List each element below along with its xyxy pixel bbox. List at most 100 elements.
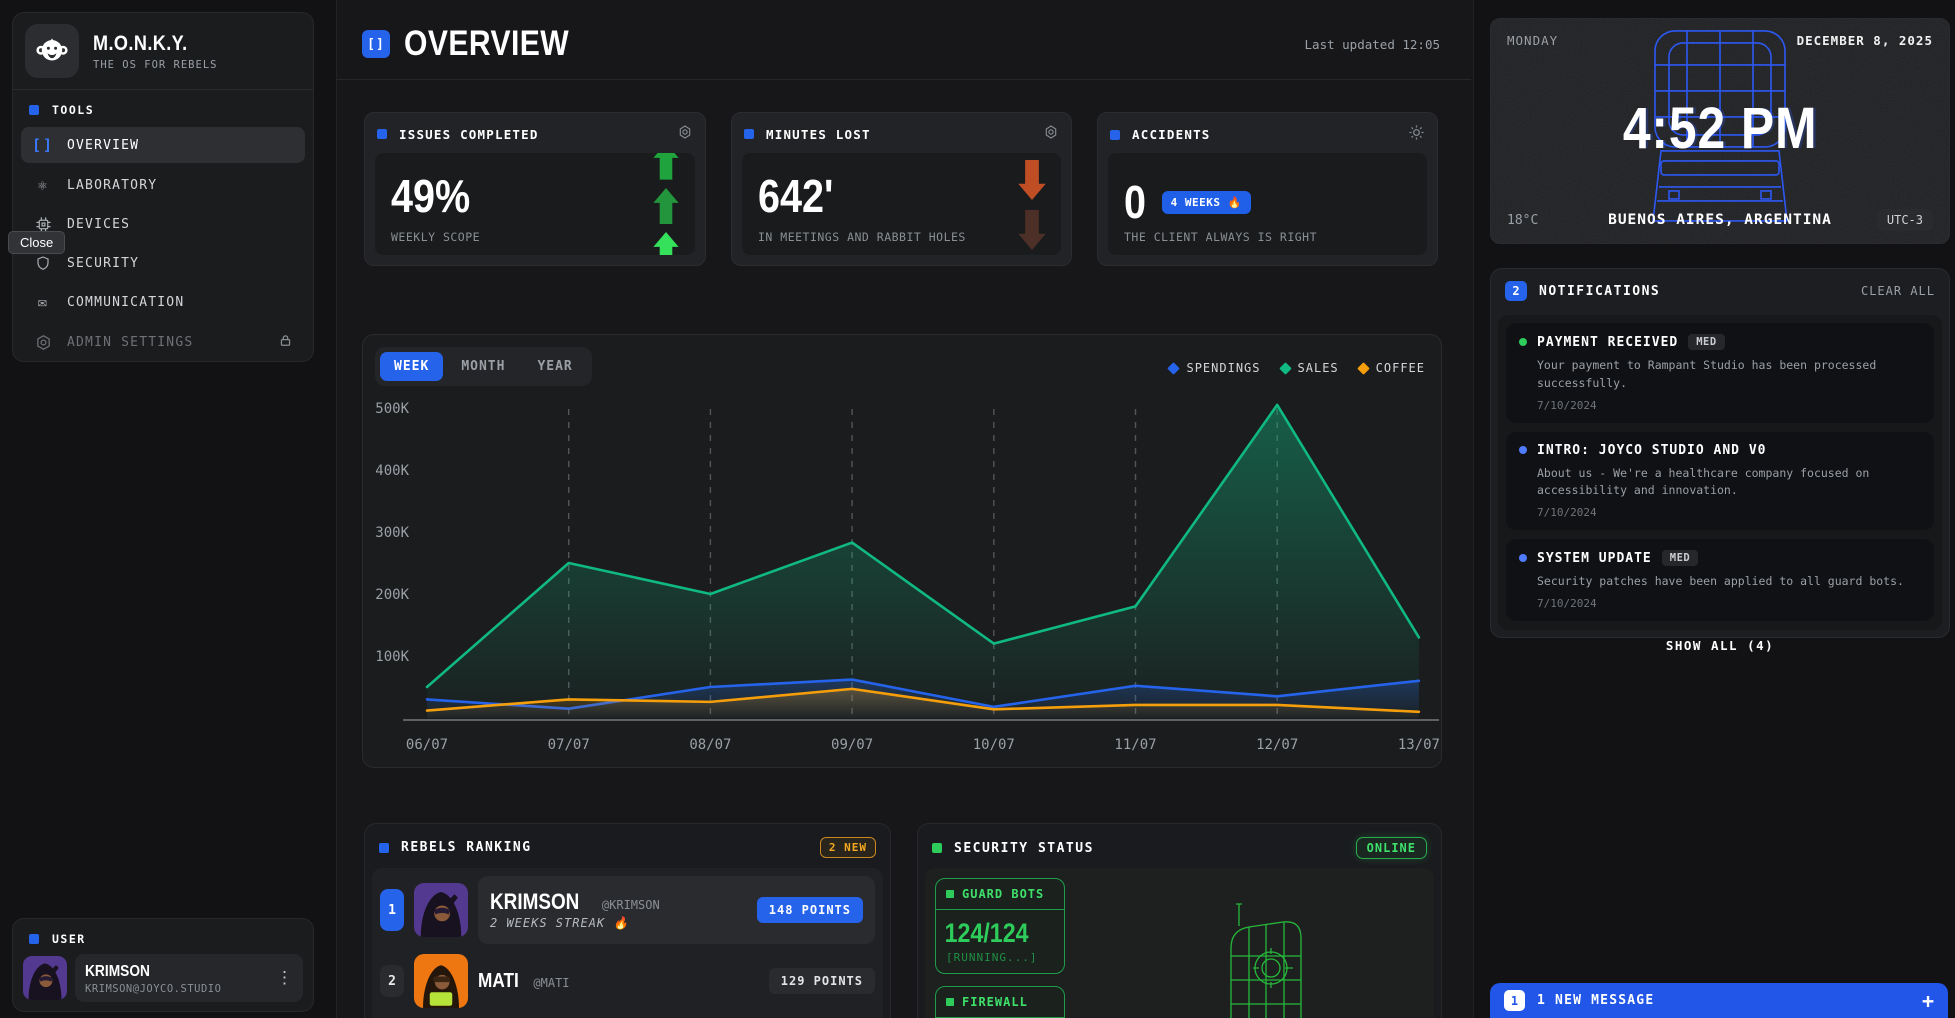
blue-square-icon bbox=[379, 843, 389, 853]
brand: M.O.N.K.Y. THE OS FOR REBELS bbox=[13, 13, 313, 90]
brand-title: M.O.N.K.Y. bbox=[93, 32, 188, 56]
rank-badge: 1 bbox=[380, 889, 404, 931]
notification-title: INTRO: JOYCO STUDIO AND V0 bbox=[1537, 443, 1767, 458]
svg-text:12/07: 12/07 bbox=[1256, 737, 1298, 753]
notifications-title: NOTIFICATIONS bbox=[1539, 284, 1660, 299]
sidebar-item-admin-settings[interactable]: ADMIN SETTINGS bbox=[21, 324, 305, 361]
arrow-up-icon bbox=[651, 232, 681, 255]
sidebar: M.O.N.K.Y. THE OS FOR REBELS TOOLS [] OV… bbox=[12, 12, 314, 362]
rank-handle: @MATI bbox=[533, 976, 569, 990]
clock-day: MONDAY bbox=[1507, 33, 1558, 48]
user-card: USER KRIMSON KRIMSON@JOYCO.STUDIO ⋮ bbox=[12, 918, 314, 1012]
shield-icon bbox=[33, 255, 53, 271]
stat-card-issues: ISSUES COMPLETED 49% WEEKLY SCOPE bbox=[364, 112, 706, 266]
notification-item[interactable]: PAYMENT RECEIVED MED Your payment to Ram… bbox=[1506, 323, 1934, 423]
arrow-down-icon bbox=[1017, 209, 1047, 251]
message-text: 1 NEW MESSAGE bbox=[1537, 993, 1654, 1008]
notification-item[interactable]: INTRO: JOYCO STUDIO AND V0 About us - We… bbox=[1506, 432, 1934, 531]
sidebar-item-label: LABORATORY bbox=[67, 178, 157, 193]
new-count-badge: 2 NEW bbox=[820, 837, 876, 858]
svg-text:100K: 100K bbox=[375, 649, 409, 665]
sidebar-item-communication[interactable]: ✉ COMMUNICATION bbox=[21, 284, 305, 320]
sidebar-item-label: SECURITY bbox=[67, 256, 139, 271]
avatar bbox=[414, 883, 468, 937]
stat-card-minutes: MINUTES LOST 642' IN MEETINGS AND RABBIT… bbox=[731, 112, 1072, 266]
nut-settings-icon[interactable] bbox=[677, 124, 693, 144]
arrow-up-icon bbox=[651, 188, 681, 225]
nut-settings-icon[interactable] bbox=[1043, 124, 1059, 144]
timezone-badge: UTC-3 bbox=[1877, 209, 1933, 231]
svg-text:09/07: 09/07 bbox=[831, 737, 873, 753]
plus-icon[interactable]: + bbox=[1922, 989, 1934, 1013]
sidebar-item-label: COMMUNICATION bbox=[67, 295, 184, 310]
stat-title: ISSUES COMPLETED bbox=[399, 127, 539, 142]
ranking-row-1[interactable]: 1 KRIMSON @KRIMSON 2 WEEKS STREAK 🔥 bbox=[380, 876, 875, 944]
rank-name: MATI bbox=[478, 971, 519, 992]
green-square-icon bbox=[932, 843, 942, 853]
new-message-bar[interactable]: 1 1 NEW MESSAGE + bbox=[1490, 983, 1948, 1018]
last-updated: Last updated 12:05 bbox=[1305, 37, 1440, 52]
online-status-badge: ONLINE bbox=[1356, 837, 1427, 859]
avatar bbox=[414, 954, 468, 1008]
stat-caption: WEEKLY SCOPE bbox=[391, 230, 480, 244]
legend-label: SALES bbox=[1298, 361, 1339, 375]
security-body: GUARD BOTS 124/124 [RUNNING...] FIREWALL… bbox=[925, 868, 1434, 1018]
notification-date: 7/10/2024 bbox=[1537, 597, 1921, 610]
stat-card-accidents: ACCIDENTS 0 4 WEEKS 🔥 THE CLIENT ALWAYS … bbox=[1097, 112, 1438, 266]
stat-title: MINUTES LOST bbox=[766, 127, 871, 142]
notification-date: 7/10/2024 bbox=[1537, 399, 1921, 412]
legend-sales: SALES bbox=[1281, 361, 1339, 375]
kebab-menu-icon[interactable]: ⋮ bbox=[276, 968, 293, 988]
rank-handle: @KRIMSON bbox=[602, 898, 660, 912]
svg-text:300K: 300K bbox=[375, 525, 409, 541]
sidebar-item-overview[interactable]: [] OVERVIEW bbox=[21, 127, 305, 163]
svg-text:200K: 200K bbox=[375, 587, 409, 603]
security-status-panel: SECURITY STATUS ONLINE GUARD BOTS 124/12… bbox=[917, 823, 1442, 1018]
diamond-icon bbox=[1357, 362, 1370, 375]
stat-value: 49% bbox=[391, 173, 470, 219]
legend-spendings: SPENDINGS bbox=[1169, 361, 1260, 375]
rank-name: KRIMSON bbox=[490, 890, 579, 913]
user-section-label: USER bbox=[13, 919, 313, 952]
gear-icon[interactable] bbox=[1408, 124, 1425, 145]
chart-legend: SPENDINGS SALES COFFEE bbox=[1169, 361, 1425, 375]
area-chart[interactable]: 100K200K300K400K500K06/0707/0708/0709/07… bbox=[363, 391, 1442, 763]
tab-year[interactable]: YEAR bbox=[523, 352, 586, 381]
firewall-label: FIREWALL bbox=[962, 995, 1028, 1009]
avatar bbox=[23, 956, 67, 1000]
stat-value: 642' bbox=[758, 173, 833, 219]
tab-month[interactable]: MONTH bbox=[447, 352, 519, 381]
clear-all-button[interactable]: CLEAR ALL bbox=[1861, 284, 1935, 298]
notification-item[interactable]: SYSTEM UPDATE MED Security patches have … bbox=[1506, 539, 1934, 621]
blue-square-icon bbox=[29, 105, 39, 115]
notification-count-badge: 2 bbox=[1505, 281, 1527, 301]
ranking-row-2[interactable]: 2 MATI@MATI 129 POINTS bbox=[380, 954, 875, 1008]
user-email: KRIMSON@JOYCO.STUDIO bbox=[85, 983, 221, 995]
tools-label: TOOLS bbox=[52, 103, 94, 117]
chart-range-tabs: WEEK MONTH YEAR bbox=[375, 347, 592, 386]
legend-label: COFFEE bbox=[1376, 361, 1425, 375]
stat-value: 0 bbox=[1124, 179, 1146, 225]
user-box[interactable]: KRIMSON KRIMSON@JOYCO.STUDIO ⋮ bbox=[75, 954, 303, 1002]
sidebar-item-laboratory[interactable]: ⚛ LABORATORY bbox=[21, 167, 305, 203]
tab-week[interactable]: WEEK bbox=[380, 352, 443, 381]
trend-down-arrows bbox=[1017, 159, 1047, 255]
blue-square-icon bbox=[1110, 130, 1120, 140]
notification-body: Your payment to Rampant Studio has been … bbox=[1537, 357, 1921, 393]
notification-date: 7/10/2024 bbox=[1537, 506, 1921, 519]
stat-body: 0 4 WEEKS 🔥 THE CLIENT ALWAYS IS RIGHT bbox=[1108, 153, 1427, 255]
user-label: USER bbox=[52, 932, 86, 946]
notifications-header: 2 NOTIFICATIONS CLEAR ALL bbox=[1491, 269, 1949, 313]
rank-streak: 2 WEEKS STREAK 🔥 bbox=[490, 916, 660, 930]
page-title: OVERVIEW bbox=[404, 24, 569, 64]
blue-square-icon bbox=[377, 129, 387, 139]
ranking-list: 1 KRIMSON @KRIMSON 2 WEEKS STREAK 🔥 bbox=[372, 868, 883, 1018]
page-header: [] OVERVIEW Last updated 12:05 bbox=[362, 22, 1440, 66]
arrow-down-icon bbox=[1017, 159, 1047, 201]
diamond-icon bbox=[1168, 362, 1181, 375]
svg-text:500K: 500K bbox=[375, 401, 409, 417]
stat-caption: IN MEETINGS AND RABBIT HOLES bbox=[758, 230, 966, 244]
show-all-button[interactable]: SHOW ALL (4) bbox=[1506, 630, 1934, 655]
svg-text:400K: 400K bbox=[375, 463, 409, 479]
message-count-badge: 1 bbox=[1504, 990, 1525, 1011]
